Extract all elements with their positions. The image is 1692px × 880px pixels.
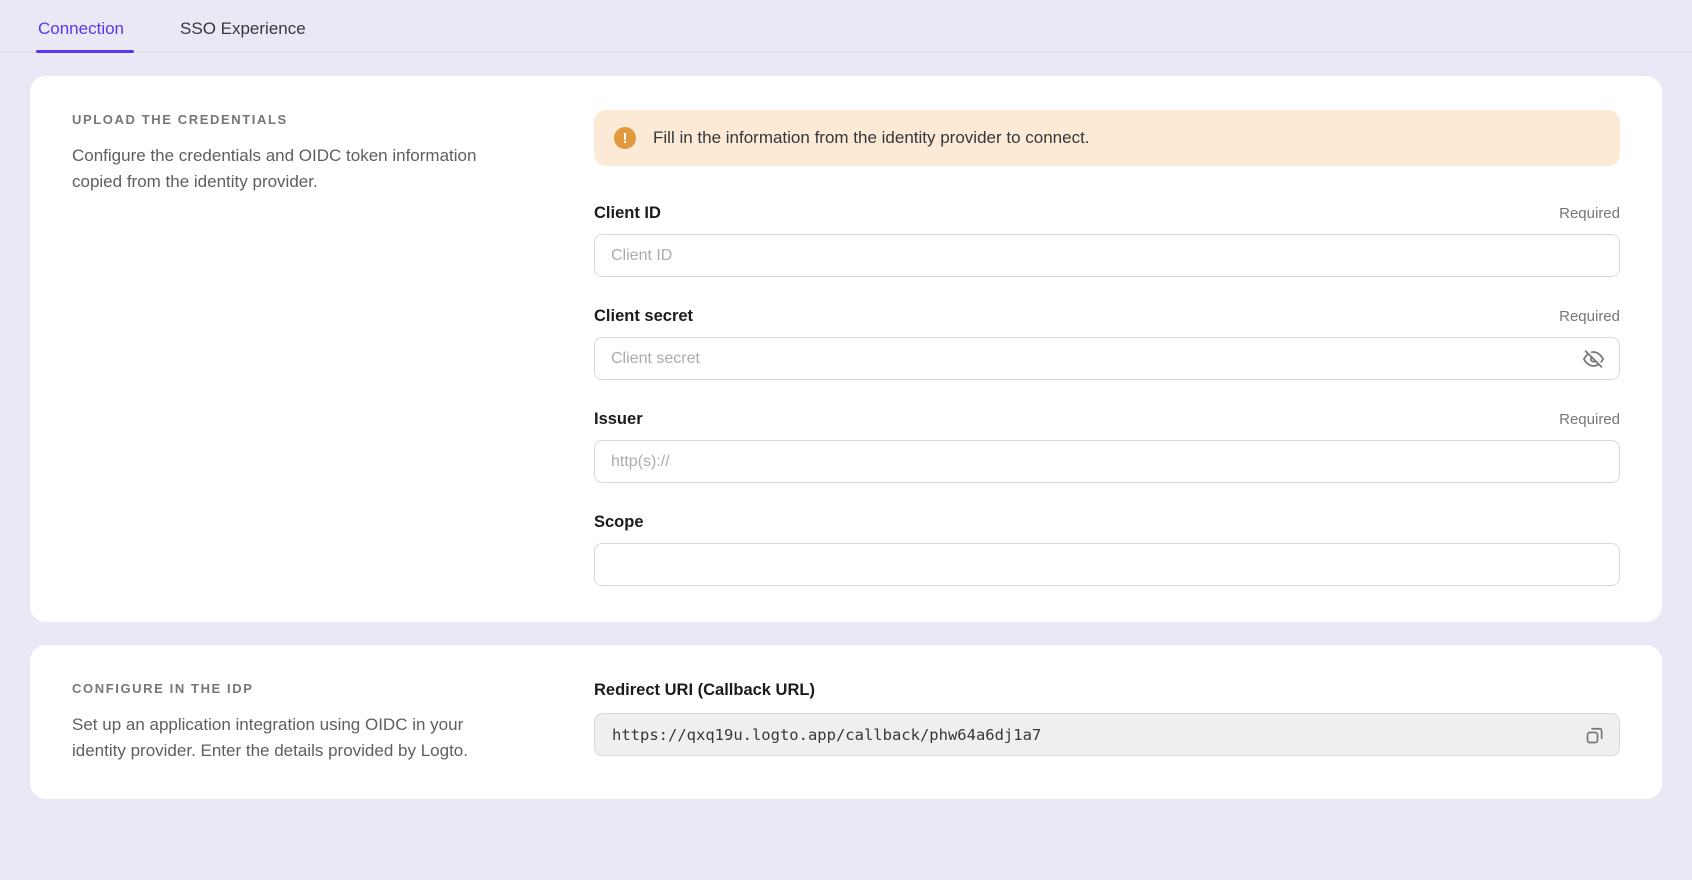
warning-icon: ! [614, 127, 636, 149]
issuer-input[interactable] [594, 440, 1620, 483]
field-scope: Scope [594, 513, 1620, 586]
tab-bar: Connection SSO Experience [0, 0, 1692, 53]
redirect-uri-field: https://qxq19u.logto.app/callback/phw64a… [594, 713, 1620, 756]
client-secret-input[interactable] [594, 337, 1620, 380]
sso-connector-page: Connection SSO Experience UPLOAD THE CRE… [0, 0, 1692, 799]
configure-idp-card: CONFIGURE IN THE IDP Set up an applicati… [30, 645, 1662, 799]
configure-idp-intro: CONFIGURE IN THE IDP Set up an applicati… [72, 679, 594, 763]
field-client-secret: Client secret Required [594, 307, 1620, 380]
field-client-id: Client ID Required [594, 204, 1620, 277]
upload-credentials-card: UPLOAD THE CREDENTIALS Configure the cre… [30, 76, 1662, 622]
scope-input[interactable] [594, 543, 1620, 586]
client-secret-required-badge: Required [1559, 308, 1620, 325]
alert-text: Fill in the information from the identit… [653, 128, 1090, 148]
eye-off-icon [1583, 348, 1604, 369]
redirect-uri-value: https://qxq19u.logto.app/callback/phw64a… [612, 726, 1579, 744]
section-heading-configure-idp: CONFIGURE IN THE IDP [72, 681, 534, 696]
issuer-required-badge: Required [1559, 411, 1620, 428]
upload-credentials-intro: UPLOAD THE CREDENTIALS Configure the cre… [72, 110, 594, 586]
client-secret-label: Client secret [594, 307, 693, 326]
section-description-configure-idp: Set up an application integration using … [72, 712, 502, 763]
copy-icon [1585, 725, 1605, 745]
scope-label: Scope [594, 513, 644, 532]
client-id-required-badge: Required [1559, 205, 1620, 222]
client-id-input[interactable] [594, 234, 1620, 277]
section-heading-upload-credentials: UPLOAD THE CREDENTIALS [72, 112, 534, 127]
credentials-form: ! Fill in the information from the ident… [594, 110, 1620, 586]
redirect-uri-label: Redirect URI (Callback URL) [594, 681, 1620, 700]
client-id-label: Client ID [594, 204, 661, 223]
tab-connection[interactable]: Connection [36, 19, 126, 52]
issuer-label: Issuer [594, 410, 643, 429]
toggle-secret-visibility-button[interactable] [1581, 346, 1606, 371]
tab-sso-experience[interactable]: SSO Experience [178, 19, 308, 52]
copy-button[interactable] [1579, 719, 1611, 751]
fill-info-alert: ! Fill in the information from the ident… [594, 110, 1620, 166]
field-issuer: Issuer Required [594, 410, 1620, 483]
redirect-uri-block: Redirect URI (Callback URL) https://qxq1… [594, 679, 1620, 763]
section-description-upload-credentials: Configure the credentials and OIDC token… [72, 143, 502, 194]
